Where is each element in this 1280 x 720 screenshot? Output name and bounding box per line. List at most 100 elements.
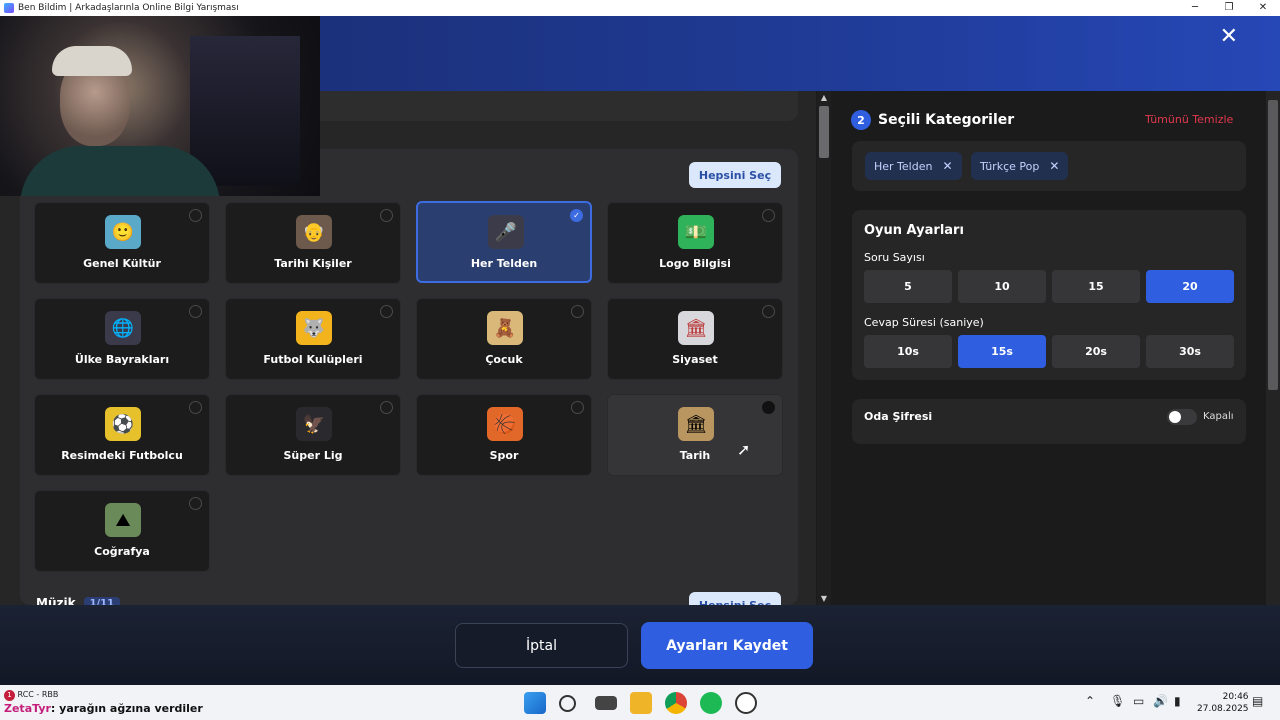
category-card-futbol-kulupleri[interactable]: 🐺 Futbol Kulüpleri [225, 298, 401, 380]
resimdeki-futbolcu-icon: ⚽ [105, 407, 141, 441]
category-label: Genel Kültür [83, 257, 161, 270]
answer-time-option-20s[interactable]: 20s [1052, 335, 1140, 368]
category-label: Siyaset [672, 353, 718, 366]
genel-kultur-icon: 🙂 [105, 215, 141, 249]
chip-label: Her Telden [874, 159, 933, 173]
radio-icon[interactable] [762, 401, 775, 414]
chip-remove-icon[interactable]: ✕ [1049, 159, 1059, 173]
spor-icon: 🏀 [487, 407, 523, 441]
chip-her-telden: Her Telden ✕ [865, 152, 962, 180]
radio-icon[interactable] [380, 209, 393, 222]
chrome-icon[interactable] [665, 692, 687, 714]
siyaset-icon: 🏛 [678, 311, 714, 345]
category-card-super-lig[interactable]: 🦅 Süper Lig [225, 394, 401, 476]
check-icon[interactable]: ✓ [570, 209, 583, 222]
answer-time-option-10s[interactable]: 10s [864, 335, 952, 368]
question-count-option-20[interactable]: 20 [1146, 270, 1234, 303]
chat-message: : yarağın ağzına verdiler [50, 702, 203, 715]
radio-icon[interactable] [380, 401, 393, 414]
microphone-icon[interactable]: 🎙 [1110, 694, 1125, 708]
category-card-cocuk[interactable]: 🧸 Çocuk [416, 298, 592, 380]
system-clock[interactable]: 20:46 27.08.2025 [1197, 691, 1249, 715]
cancel-button[interactable]: İptal [455, 623, 628, 668]
tarihi-kisiler-icon: 👴 [296, 215, 332, 249]
cografya-icon: ⛰ [105, 503, 141, 537]
category-label: Futbol Kulüpleri [263, 353, 363, 366]
webcam-overlay [0, 16, 320, 196]
category-card-siyaset[interactable]: 🏛 Siyaset [607, 298, 783, 380]
category-label: Ülke Bayrakları [74, 353, 170, 366]
radio-icon[interactable] [762, 209, 775, 222]
file-explorer-icon[interactable] [630, 692, 652, 714]
question-count-option-15[interactable]: 15 [1052, 270, 1140, 303]
volume-icon[interactable]: 🔊 [1153, 694, 1168, 708]
question-count-option-10[interactable]: 10 [958, 270, 1046, 303]
scroll-up-icon[interactable]: ▲ [819, 93, 829, 102]
settings-scrollbar-thumb[interactable] [1268, 100, 1278, 390]
window-close-button[interactable]: ✕ [1246, 0, 1280, 16]
category-scrollbar-thumb[interactable] [819, 106, 829, 158]
category-card-spor[interactable]: 🏀 Spor [416, 394, 592, 476]
radio-icon[interactable] [189, 209, 202, 222]
tarih-icon: 🏛 [678, 407, 714, 441]
chip-remove-icon[interactable]: ✕ [942, 159, 952, 173]
clear-all-button[interactable]: Tümünü Temizle [1145, 113, 1233, 126]
selected-categories-title: Seçili Kategoriler [878, 112, 1015, 128]
clock-date: 27.08.2025 [1197, 704, 1249, 714]
radio-icon[interactable] [571, 401, 584, 414]
minimize-button[interactable]: ─ [1178, 0, 1212, 16]
category-label: Tarihi Kişiler [274, 257, 352, 270]
radio-icon[interactable] [189, 401, 202, 414]
task-view-icon[interactable] [595, 696, 617, 710]
close-icon[interactable]: ✕ [1220, 26, 1238, 48]
room-password-toggle[interactable] [1167, 409, 1197, 425]
her-telden-icon: 🎤 [488, 215, 524, 249]
radio-icon[interactable] [380, 305, 393, 318]
category-label: Çocuk [485, 353, 523, 366]
spotify-icon[interactable] [700, 692, 722, 714]
room-password-state: Kapalı [1203, 411, 1234, 422]
notification-center-icon[interactable]: ▤ [1252, 694, 1263, 708]
category-card-ulke-bayraklari[interactable]: 🌐 Ülke Bayrakları [34, 298, 210, 380]
window-title: Ben Bildim | Arkadaşlarınla Online Bilgi… [18, 3, 239, 13]
window-titlebar: Ben Bildim | Arkadaşlarınla Online Bilgi… [0, 0, 1280, 16]
cocuk-icon: 🧸 [487, 311, 523, 345]
category-label: Coğrafya [94, 545, 150, 558]
category-label: Her Telden [470, 257, 538, 270]
category-card-her-telden[interactable]: 🎤 Her Telden ✓ [416, 201, 592, 283]
category-card-tarihi-kisiler[interactable]: 👴 Tarihi Kişiler [225, 202, 401, 284]
radio-icon[interactable] [189, 497, 202, 510]
radio-icon[interactable] [189, 305, 202, 318]
search-icon[interactable] [559, 695, 576, 712]
ben-bildim-app-icon[interactable] [735, 692, 757, 714]
category-card-logo-bilgisi[interactable]: 💵 Logo Bilgisi [607, 202, 783, 284]
mouse-cursor-icon: ➚ [737, 440, 751, 459]
ulke-bayraklari-icon: 🌐 [105, 311, 141, 345]
radio-icon[interactable] [571, 305, 584, 318]
category-card-tarih[interactable]: 🏛 Tarih [607, 394, 783, 476]
selected-categories-header: 2 Seçili Kategoriler [851, 110, 1014, 130]
modal-footer [0, 605, 1280, 685]
radio-icon[interactable] [762, 305, 775, 318]
start-menu-icon[interactable] [524, 692, 546, 714]
tray-chevron-up-icon[interactable]: ⌃ [1085, 694, 1095, 708]
scroll-down-icon[interactable]: ▼ [819, 594, 829, 603]
category-card-genel-kultur[interactable]: 🙂 Genel Kültür [34, 202, 210, 284]
answer-time-option-15s[interactable]: 15s [958, 335, 1046, 368]
question-count-option-5[interactable]: 5 [864, 270, 952, 303]
save-settings-button[interactable]: Ayarları Kaydet [641, 622, 813, 669]
maximize-button[interactable]: ❐ [1212, 0, 1246, 16]
category-card-cografya[interactable]: ⛰ Coğrafya [34, 490, 210, 572]
category-scrollbar[interactable] [817, 91, 831, 605]
clock-time: 20:46 [1222, 692, 1249, 702]
selected-count-badge: 2 [851, 110, 871, 130]
battery-icon[interactable]: ▮ [1174, 694, 1181, 708]
answer-time-label: Cevap Süresi (saniye) [864, 316, 984, 329]
category-label: Spor [489, 449, 519, 462]
notification-badge: 1 [4, 690, 15, 701]
category-card-resimdeki-futbolcu[interactable]: ⚽ Resimdeki Futbolcu [34, 394, 210, 476]
select-all-button[interactable]: Hepsini Seç [689, 162, 781, 188]
display-icon[interactable]: ▭ [1133, 694, 1144, 708]
stream-now-playing: 1 RCC - RBB [4, 690, 58, 701]
answer-time-option-30s[interactable]: 30s [1146, 335, 1234, 368]
